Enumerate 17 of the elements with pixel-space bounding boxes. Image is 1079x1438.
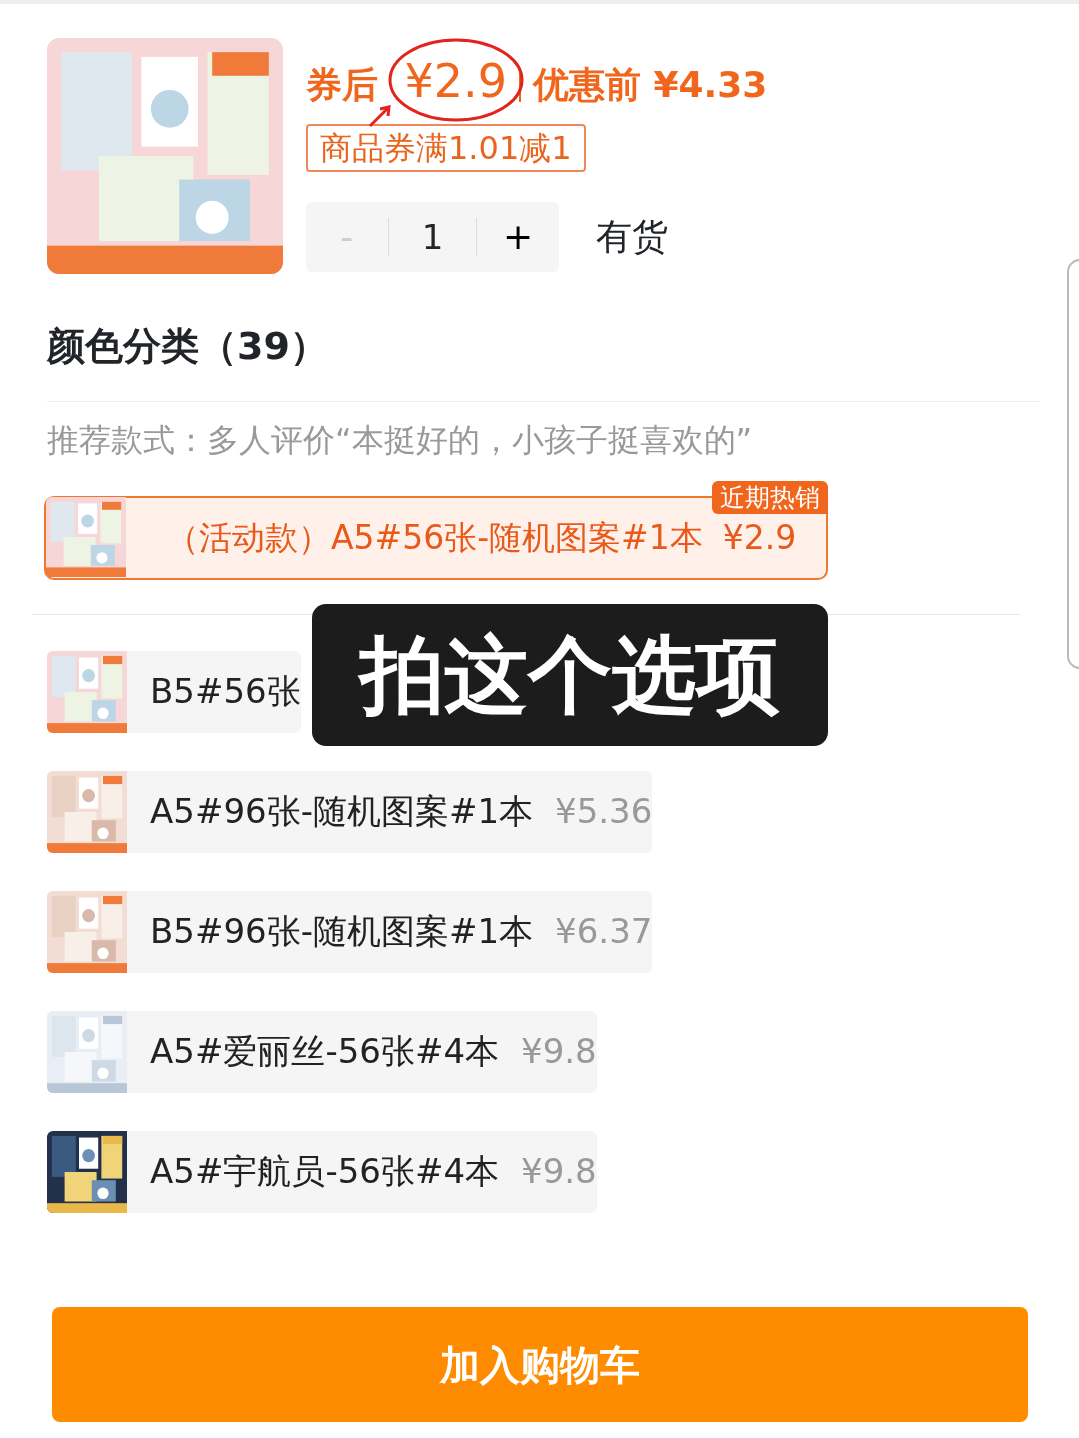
- recommendation-text: 推荐款式：多人评价“本挺好的，小孩子挺喜欢的”: [47, 420, 754, 462]
- quantity-value[interactable]: 1: [388, 211, 477, 263]
- option-button[interactable]: A5#宇航员-56张#4本 ¥9.8: [47, 1131, 597, 1213]
- original-price: 优惠前 ¥4.33: [532, 64, 768, 105]
- coupon-price: ¥2.9: [404, 58, 507, 104]
- caption-overlay: 拍这个选项: [312, 604, 828, 746]
- stock-status: 有货: [596, 215, 668, 259]
- option-button[interactable]: A5#爱丽丝-56张#4本 ¥9.8: [47, 1011, 597, 1093]
- coupon-tag: 商品券满1.01减1: [306, 124, 586, 172]
- section-title: 颜色分类（39）: [47, 323, 329, 370]
- plus-button[interactable]: +: [477, 202, 559, 272]
- option-button[interactable]: A5#96张-随机图案#1本 ¥5.36: [47, 771, 653, 853]
- option-button[interactable]: B5#96张-随机图案#1本 ¥6.37: [47, 891, 653, 973]
- option-button[interactable]: B5#56张: [47, 651, 301, 733]
- hot-sale-badge: 近期热销: [712, 481, 828, 514]
- hand-drawn-arrow: [368, 105, 391, 128]
- price-label: 券后: [306, 64, 378, 105]
